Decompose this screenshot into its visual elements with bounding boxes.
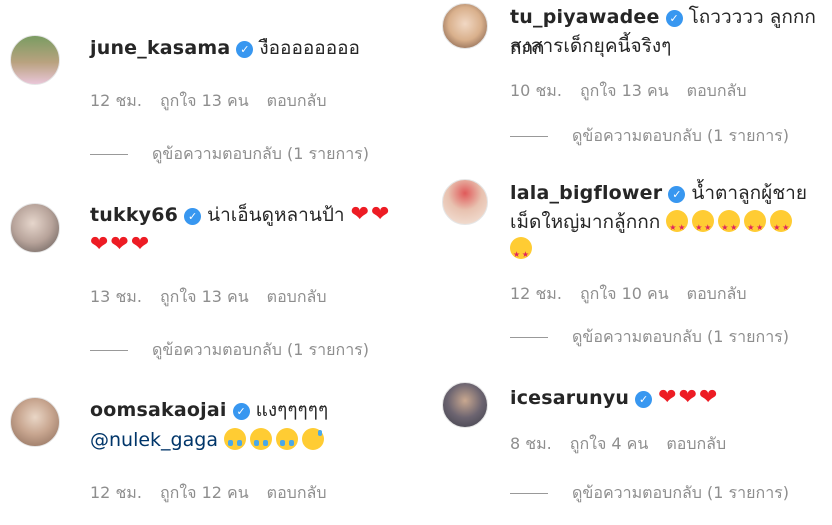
verified-badge-icon: ✓	[668, 186, 686, 203]
like-count[interactable]: ถูกใจ 12 คน	[160, 483, 249, 502]
loudly-crying-face-emoji	[224, 428, 247, 450]
avatar[interactable]	[10, 397, 60, 447]
like-count[interactable]: ถูกใจ 10 คน	[580, 284, 669, 303]
verified-badge-icon: ✓	[184, 208, 202, 225]
reply-button[interactable]: ตอบกลับ	[267, 483, 327, 502]
like-count[interactable]: ถูกใจ 13 คน	[160, 91, 249, 110]
grinning-sweat-emoji	[302, 428, 325, 450]
comment-time: 10 ชม.	[510, 81, 562, 100]
view-replies-button[interactable]: ดูข้อความตอบกลับ (1 รายการ)	[510, 124, 789, 149]
loudly-crying-face-emoji	[276, 428, 299, 450]
star-struck-emoji	[770, 210, 793, 243]
comment-meta: 12 ชม. ถูกใจ 12 คน ตอบกลับ	[90, 481, 344, 506]
username-link[interactable]: tu_piyawadee	[510, 6, 660, 28]
divider-line	[90, 350, 128, 351]
reply-button[interactable]: ตอบกลับ	[267, 287, 327, 306]
avatar[interactable]	[442, 179, 488, 225]
like-count[interactable]: ถูกใจ 4 คน	[570, 434, 649, 453]
comment-time: 8 ชม.	[510, 434, 552, 453]
red-heart-emoji: ❤❤	[350, 202, 392, 227]
comment-meta: 12 ชม. ถูกใจ 13 คน ตอบกลับ	[90, 89, 344, 114]
comment-meta: 12 ชม. ถูกใจ 10 คน ตอบกลับ	[510, 282, 764, 307]
red-heart-emoji: ❤❤❤	[658, 385, 720, 410]
username-link[interactable]: lala_bigflower	[510, 182, 662, 204]
username-link[interactable]: tukky66	[90, 204, 178, 226]
reply-button[interactable]: ตอบกลับ	[687, 284, 747, 303]
comment-time: 12 ชม.	[90, 483, 142, 502]
star-struck-emoji	[744, 210, 767, 243]
username-link[interactable]: june_kasama	[90, 37, 230, 59]
view-replies-button[interactable]: ดูข้อความตอบกลับ (1 รายการ)	[90, 338, 369, 363]
divider-line	[510, 136, 548, 137]
star-struck-emoji	[666, 210, 689, 243]
reply-button[interactable]: ตอบกลับ	[267, 91, 327, 110]
view-replies-button[interactable]: ดูข้อความตอบกลับ (1 รายการ)	[510, 481, 789, 506]
username-link[interactable]: icesarunyu	[510, 387, 629, 409]
verified-badge-icon: ✓	[635, 391, 653, 408]
comment-text-continued: สงสารเด็กยุคนี้จริงๆ	[510, 35, 672, 57]
comment-meta: 13 ชม. ถูกใจ 13 คน ตอบกลับ	[90, 285, 344, 310]
divider-line	[510, 337, 548, 338]
comment-text-continued: เม็ดใหญ่มากลู้กกก	[510, 211, 661, 233]
comment-text: น่าเอ็นดูหลานป้า	[207, 204, 345, 226]
avatar[interactable]	[10, 35, 60, 85]
comment-meta: 10 ชม. ถูกใจ 13 คน ตอบกลับ	[510, 79, 764, 104]
reply-button[interactable]: ตอบกลับ	[687, 81, 747, 100]
verified-badge-icon: ✓	[665, 10, 683, 27]
verified-badge-icon: ✓	[232, 403, 250, 420]
divider-line	[510, 493, 548, 494]
star-struck-emoji	[510, 237, 532, 270]
view-replies-label: ดูข้อความตอบกลับ (1 รายการ)	[152, 340, 370, 359]
avatar[interactable]	[442, 382, 488, 428]
view-replies-label: ดูข้อความตอบกลับ (1 รายการ)	[572, 126, 790, 145]
comment-text: แงๆๆๆๆๆ	[255, 399, 329, 421]
view-replies-label: ดูข้อความตอบกลับ (1 รายการ)	[572, 483, 790, 502]
star-struck-emoji	[692, 210, 715, 243]
comment-text: งืออออออออ	[259, 37, 360, 59]
comment-time: 12 ชม.	[510, 284, 562, 303]
comment-time: 13 ชม.	[90, 287, 142, 306]
username-link[interactable]: oomsakaojai	[90, 399, 227, 421]
view-replies-button[interactable]: ดูข้อความตอบกลับ (1 รายการ)	[510, 325, 789, 350]
comment-text: น้ำตาลูกผู้ชาย	[691, 182, 807, 204]
reply-button[interactable]: ตอบกลับ	[666, 434, 726, 453]
like-count[interactable]: ถูกใจ 13 คน	[160, 287, 249, 306]
mention-link[interactable]: @nulek_gaga	[90, 429, 218, 451]
avatar[interactable]	[10, 203, 60, 253]
star-struck-emoji	[718, 210, 741, 243]
view-replies-label: ดูข้อความตอบกลับ (1 รายการ)	[572, 327, 790, 346]
like-count[interactable]: ถูกใจ 13 คน	[580, 81, 669, 100]
verified-badge-icon: ✓	[236, 41, 254, 58]
comment-meta: 8 ชม. ถูกใจ 4 คน ตอบกลับ	[510, 432, 744, 457]
comment-time: 12 ชม.	[90, 91, 142, 110]
view-replies-label: ดูข้อความตอบกลับ (1 รายการ)	[152, 144, 370, 163]
red-heart-emoji: ❤❤❤	[90, 232, 152, 257]
avatar[interactable]	[442, 3, 488, 49]
loudly-crying-face-emoji	[250, 428, 273, 450]
divider-line	[90, 154, 128, 155]
view-replies-button[interactable]: ดูข้อความตอบกลับ (1 รายการ)	[90, 142, 369, 167]
